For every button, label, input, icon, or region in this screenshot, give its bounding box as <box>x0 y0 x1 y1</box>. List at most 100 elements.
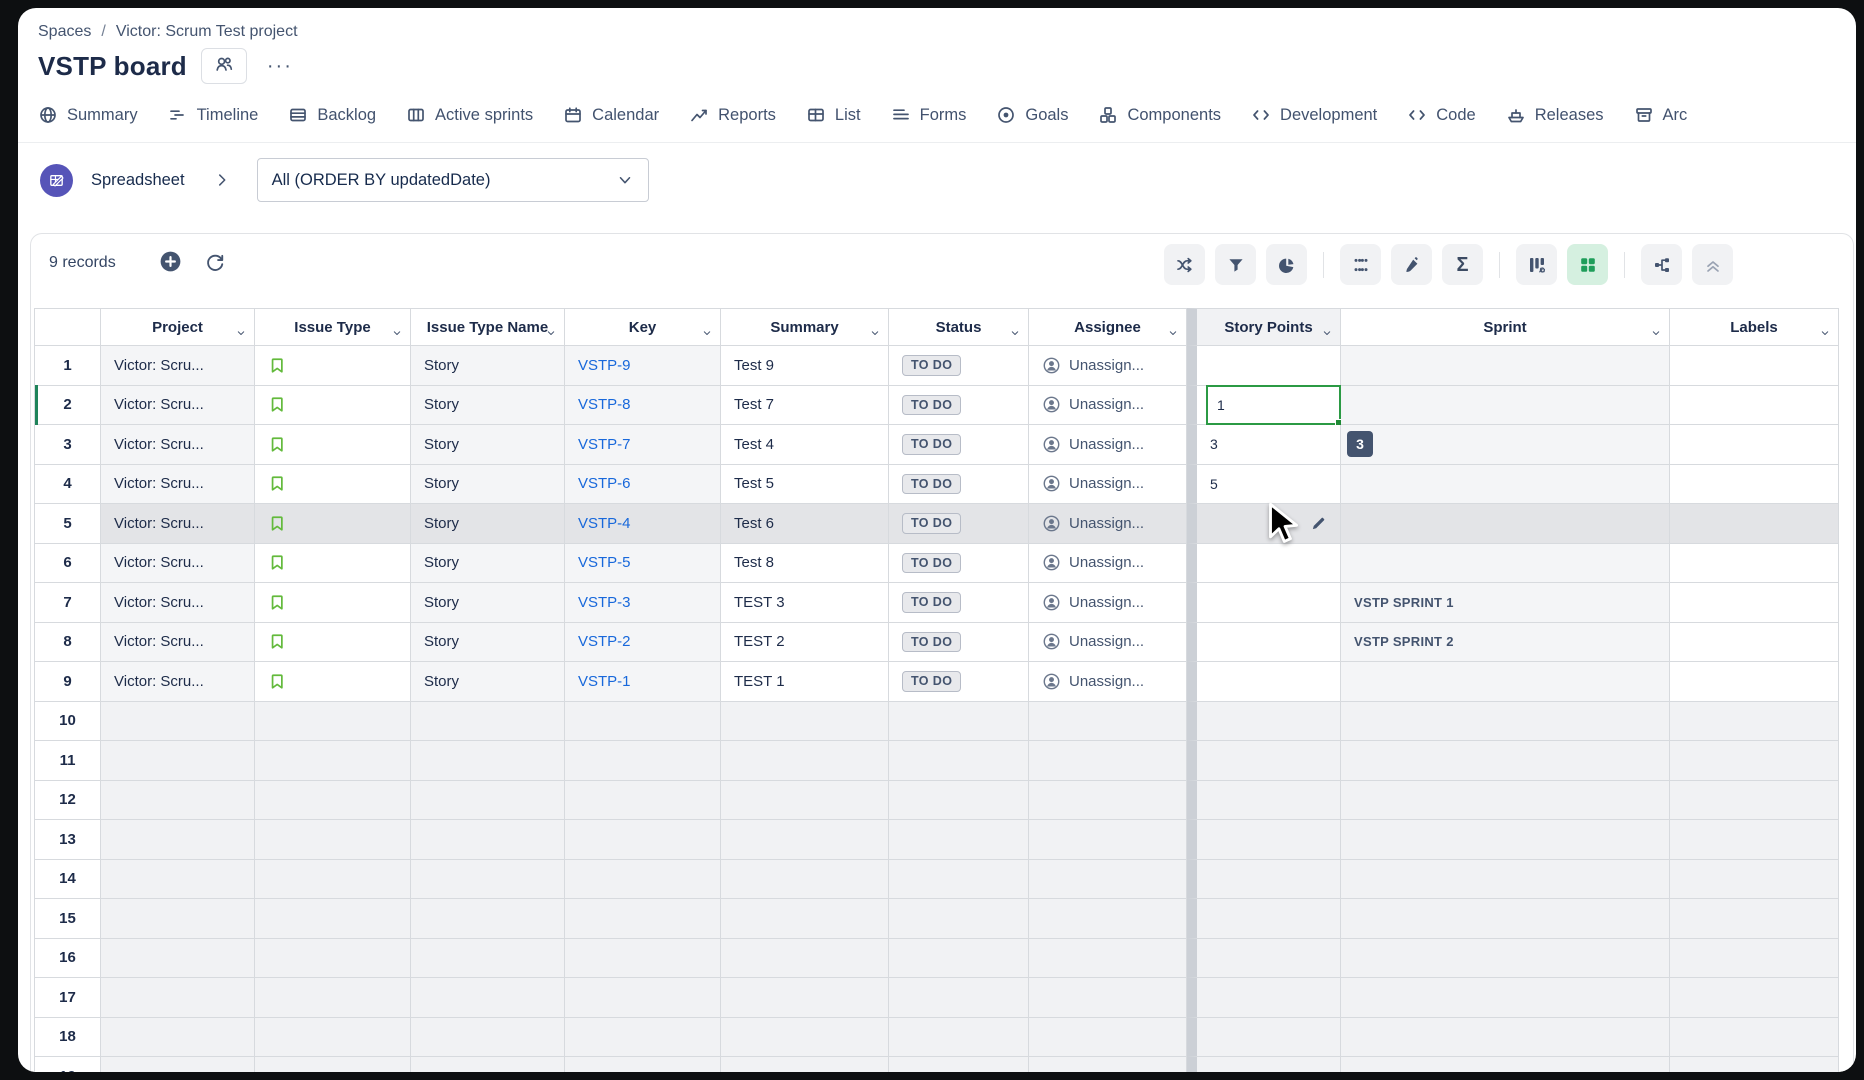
cell-status[interactable] <box>889 702 1029 742</box>
cell-labels[interactable] <box>1670 899 1839 939</box>
status-badge[interactable]: TO DO <box>902 474 961 495</box>
cell-labels[interactable] <box>1670 939 1839 979</box>
cell-labels[interactable] <box>1670 1057 1839 1072</box>
assignee-value[interactable]: Unassign... <box>1042 435 1144 454</box>
cell-sprint[interactable] <box>1341 899 1670 939</box>
cell-key[interactable]: VSTP-5 <box>565 544 721 584</box>
cell-assignee[interactable] <box>1029 781 1187 821</box>
cell-labels[interactable] <box>1670 544 1839 584</box>
cell-story_points[interactable] <box>1187 623 1341 663</box>
cell-summary[interactable]: Test 7 <box>721 386 889 426</box>
cell-issue_type[interactable] <box>255 583 411 623</box>
cell-assignee[interactable]: Unassign... <box>1029 465 1187 505</box>
cell-assignee[interactable] <box>1029 1018 1187 1058</box>
board-members-button[interactable] <box>201 48 247 84</box>
status-badge[interactable]: TO DO <box>902 592 961 613</box>
cell-issue_type[interactable] <box>255 544 411 584</box>
cell-issue_type_name[interactable]: Story <box>411 504 565 544</box>
cell-story_points[interactable] <box>1187 1057 1341 1072</box>
cell-issue_type_name[interactable]: Story <box>411 425 565 465</box>
pie-chart-button[interactable] <box>1266 244 1307 285</box>
row-number[interactable]: 2 <box>34 386 101 426</box>
nav-tab-components[interactable]: Components <box>1098 105 1221 125</box>
assignee-value[interactable]: Unassign... <box>1042 356 1144 375</box>
cell-issue_type[interactable] <box>255 623 411 663</box>
cell-story_points[interactable] <box>1187 583 1341 623</box>
row-number[interactable]: 9 <box>34 662 101 702</box>
nav-tab-forms[interactable]: Forms <box>891 105 967 125</box>
cell-story_points[interactable] <box>1187 939 1341 979</box>
cell-story_points[interactable] <box>1187 899 1341 939</box>
cell-issue_type[interactable] <box>255 702 411 742</box>
cell-key[interactable] <box>565 1018 721 1058</box>
cell-labels[interactable] <box>1670 741 1839 781</box>
cell-summary[interactable]: TEST 1 <box>721 662 889 702</box>
cell-sprint[interactable] <box>1341 425 1670 465</box>
cell-summary[interactable]: Test 6 <box>721 504 889 544</box>
assignee-value[interactable]: Unassign... <box>1042 395 1144 414</box>
cell-issue_type_name[interactable]: Story <box>411 465 565 505</box>
cell-status[interactable] <box>889 860 1029 900</box>
cell-issue_type_name[interactable]: Story <box>411 386 565 426</box>
cell-labels[interactable] <box>1670 504 1839 544</box>
row-number[interactable]: 8 <box>34 623 101 663</box>
cell-key[interactable] <box>565 978 721 1018</box>
more-options-button[interactable]: ··· <box>261 61 299 71</box>
refresh-icon[interactable] <box>204 251 226 273</box>
cell-project[interactable]: Victor: Scru... <box>101 583 255 623</box>
column-header-status[interactable]: Status <box>889 308 1029 346</box>
cell-status[interactable]: TO DO <box>889 544 1029 584</box>
cell-story_points[interactable] <box>1187 820 1341 860</box>
header-chevron-down-icon[interactable] <box>1819 326 1831 343</box>
cell-labels[interactable] <box>1670 820 1839 860</box>
cell-summary[interactable] <box>721 781 889 821</box>
breadcrumb-project[interactable]: Victor: Scrum Test project <box>116 23 298 41</box>
cell-summary[interactable]: Test 5 <box>721 465 889 505</box>
cell-summary[interactable]: Test 8 <box>721 544 889 584</box>
cell-key[interactable] <box>565 702 721 742</box>
cell-project[interactable]: Victor: Scru... <box>101 544 255 584</box>
cell-labels[interactable] <box>1670 386 1839 426</box>
cell-key[interactable]: VSTP-7 <box>565 425 721 465</box>
cell-sprint[interactable] <box>1341 1057 1670 1072</box>
header-chevron-down-icon[interactable] <box>1009 326 1021 343</box>
status-badge[interactable]: TO DO <box>902 513 961 534</box>
cell-assignee[interactable]: Unassign... <box>1029 504 1187 544</box>
cell-project[interactable]: Victor: Scru... <box>101 662 255 702</box>
cell-labels[interactable] <box>1670 583 1839 623</box>
cell-issue_type_name[interactable] <box>411 781 565 821</box>
cell-sprint[interactable] <box>1341 820 1670 860</box>
cell-story_points[interactable] <box>1187 1018 1341 1058</box>
cell-status[interactable] <box>889 978 1029 1018</box>
cell-issue_type[interactable] <box>255 899 411 939</box>
cell-sprint[interactable] <box>1341 504 1670 544</box>
cell-issue_type[interactable] <box>255 820 411 860</box>
cell-issue_type_name[interactable] <box>411 978 565 1018</box>
cell-sprint[interactable] <box>1341 702 1670 742</box>
cell-summary[interactable] <box>721 1057 889 1072</box>
nav-tab-timeline[interactable]: Timeline <box>168 105 259 125</box>
cell-story_points[interactable]: 1 <box>1187 386 1341 426</box>
cell-key[interactable] <box>565 741 721 781</box>
cell-sprint[interactable] <box>1341 860 1670 900</box>
cell-issue_type_name[interactable] <box>411 1018 565 1058</box>
shuffle-button[interactable] <box>1164 244 1205 285</box>
column-header-issue_type_name[interactable]: Issue Type Name <box>411 308 565 346</box>
cell-status[interactable] <box>889 939 1029 979</box>
cell-assignee[interactable]: Unassign... <box>1029 623 1187 663</box>
cell-key[interactable] <box>565 820 721 860</box>
cell-key[interactable]: VSTP-4 <box>565 504 721 544</box>
cell-summary[interactable] <box>721 860 889 900</box>
nav-tab-active-sprints[interactable]: Active sprints <box>406 105 533 125</box>
cell-issue_type_name[interactable]: Story <box>411 544 565 584</box>
cell-key[interactable] <box>565 781 721 821</box>
cell-sprint[interactable] <box>1341 544 1670 584</box>
cell-status[interactable] <box>889 741 1029 781</box>
assignee-value[interactable]: Unassign... <box>1042 553 1144 572</box>
issue-key-link[interactable]: VSTP-1 <box>578 673 631 690</box>
cell-key[interactable]: VSTP-6 <box>565 465 721 505</box>
cell-key[interactable] <box>565 1057 721 1072</box>
header-chevron-down-icon[interactable] <box>1650 326 1662 343</box>
cell-project[interactable] <box>101 1018 255 1058</box>
row-number[interactable]: 13 <box>34 820 101 860</box>
